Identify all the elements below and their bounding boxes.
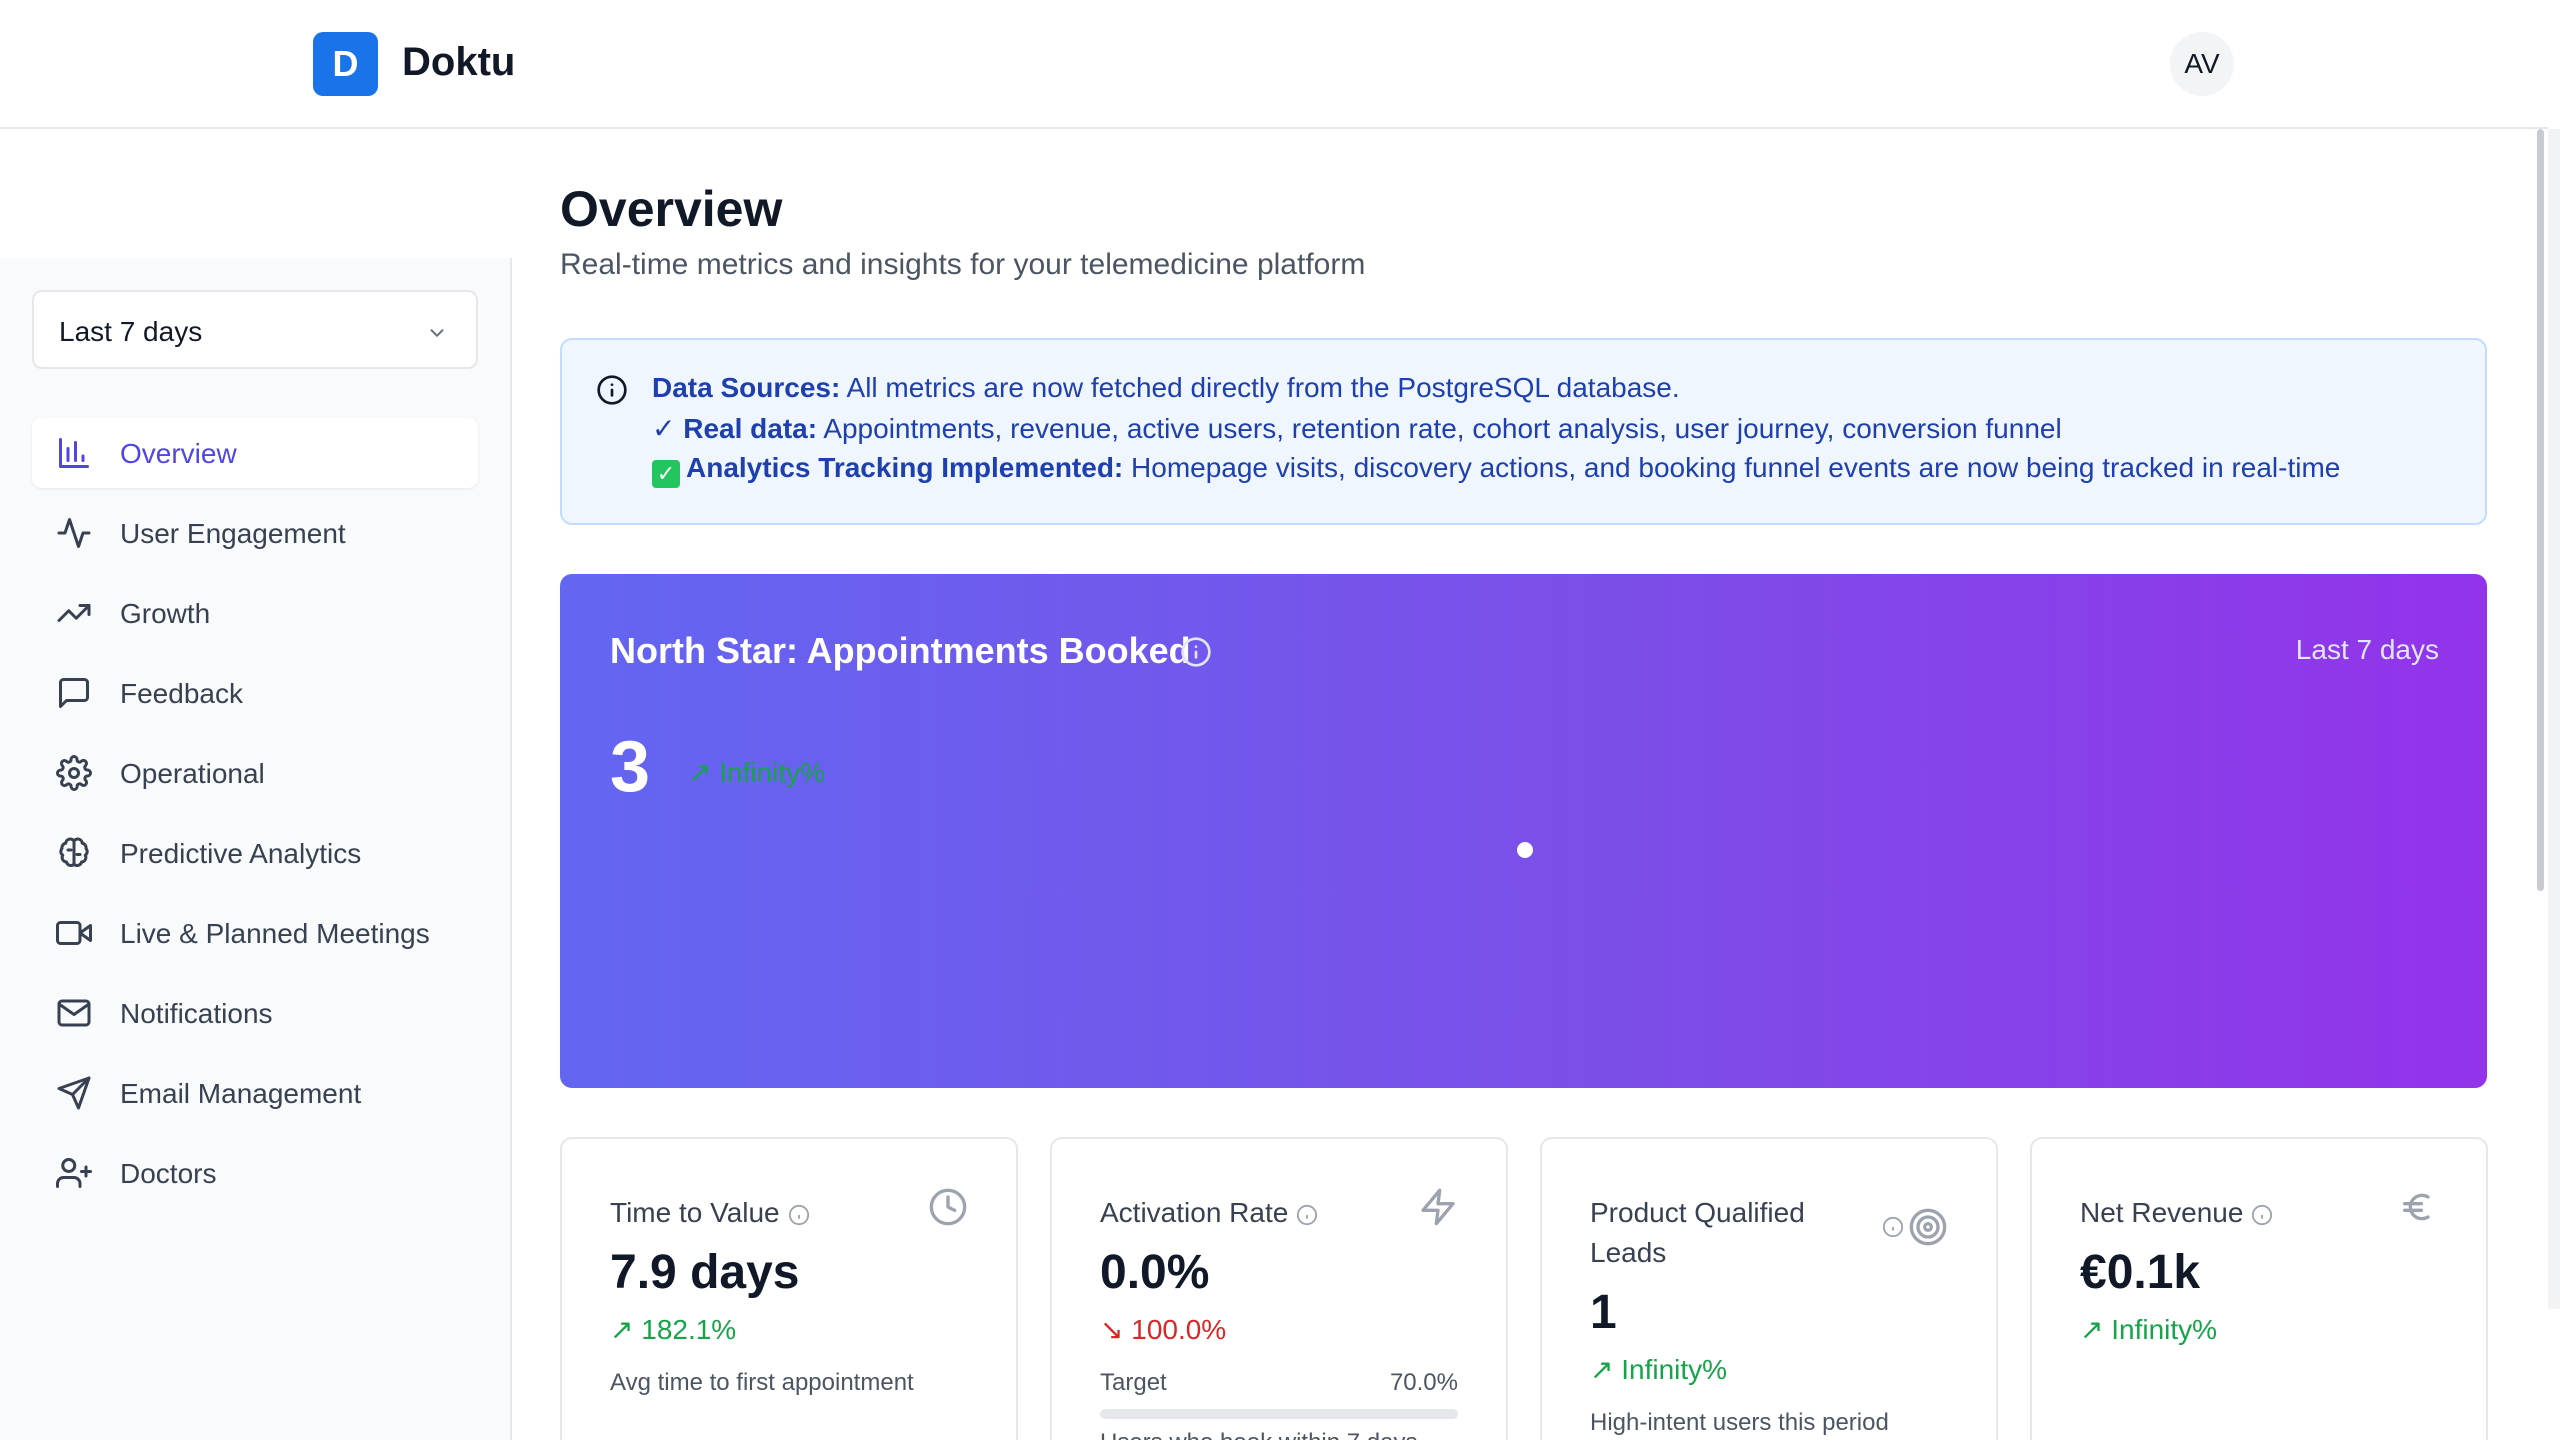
card-title-text: Activation Rate	[1100, 1197, 1289, 1228]
scrollbar-thumb[interactable]	[2537, 129, 2544, 891]
send-icon	[57, 1076, 91, 1110]
target-label: Target	[1100, 1369, 1167, 1396]
card-change: ↗ Infinity%	[2080, 1314, 2218, 1345]
euro-icon	[2403, 1193, 2430, 1221]
card-change: ↗ 182.1%	[610, 1314, 737, 1345]
sidebar-item-label: Doctors	[120, 1158, 217, 1189]
card-title-text: Time to Value	[610, 1197, 780, 1228]
card-description: Users who book within 7 days	[1100, 1429, 1417, 1440]
check-box-icon: ✓	[652, 460, 680, 488]
info-line-analytics-tracking: ✓ Analytics Tracking Implemented: Homepag…	[652, 452, 2340, 488]
card-icons	[1882, 1207, 1948, 1247]
sidebar-item-label: Overview	[120, 438, 237, 469]
card-product-qualified-leads: Product Qualified Leads 1 ↗ Infinity% Hi…	[1540, 1137, 1998, 1440]
sidebar-item-user-engagement[interactable]: User Engagement	[32, 498, 478, 568]
info-strong-data-sources: Data Sources:	[652, 372, 841, 403]
target-progress-bar	[1100, 1409, 1458, 1419]
north-star-change: ↗ Infinity%	[688, 757, 826, 788]
scrollbar-track[interactable]	[2548, 129, 2560, 1309]
card-activation-rate: Activation Rate 0.0% ↘ 100.0% Target 70.…	[1050, 1137, 1508, 1440]
sidebar-item-growth[interactable]: Growth	[32, 578, 478, 648]
activity-icon	[57, 518, 91, 548]
info-icon[interactable]	[1882, 1216, 1904, 1238]
checkmark-icon: ✓	[652, 413, 684, 444]
info-icon	[597, 375, 627, 405]
card-title: Time to Value	[610, 1193, 810, 1233]
sidebar-item-label: Live & Planned Meetings	[120, 918, 430, 949]
trending-up-icon	[57, 604, 91, 622]
bar-chart-icon	[59, 438, 89, 468]
sidebar-item-label: Predictive Analytics	[120, 838, 362, 869]
card-net-revenue: Net Revenue €0.1k ↗ Infinity%	[2030, 1137, 2488, 1440]
info-text-analytics: Homepage visits, discovery actions, and …	[1123, 452, 2341, 483]
info-icon[interactable]	[1180, 636, 1212, 668]
card-value: 7.9 days	[610, 1246, 800, 1299]
sidebar-item-label: Operational	[120, 758, 265, 789]
north-star-period: Last 7 days	[2295, 634, 2439, 665]
clock-icon	[929, 1188, 967, 1226]
card-title: Net Revenue	[2080, 1193, 2273, 1233]
card-title: Activation Rate	[1100, 1193, 1318, 1233]
info-line-data-sources: Data Sources: All metrics are now fetche…	[652, 372, 1680, 404]
card-title: Product Qualified Leads	[1590, 1197, 1805, 1268]
sidebar-item-operational[interactable]: Operational	[32, 738, 478, 808]
gear-icon	[56, 755, 92, 791]
sidebar-item-notifications[interactable]: Notifications	[32, 978, 478, 1048]
card-title-text: Net Revenue	[2080, 1197, 2244, 1228]
target-row: Target 70.0%	[1100, 1369, 1458, 1397]
sidebar-item-live-planned-meetings[interactable]: Live & Planned Meetings	[32, 898, 478, 968]
data-sources-alert: Data Sources: All metrics are now fetche…	[560, 338, 2487, 525]
chart-point	[1517, 842, 1533, 858]
sidebar-item-overview[interactable]: Overview	[32, 418, 478, 488]
north-star-title: North Star: Appointments Booked	[610, 630, 1191, 671]
chevron-down-icon	[430, 329, 444, 337]
video-icon	[56, 921, 92, 945]
sidebar-item-label: Email Management	[120, 1078, 362, 1109]
card-time-to-value: Time to Value 7.9 days ↗ 182.1% Avg time…	[560, 1137, 1018, 1440]
sidebar-item-label: Notifications	[120, 998, 273, 1029]
sidebar-item-feedback[interactable]: Feedback	[32, 658, 478, 728]
page-title: Overview	[560, 181, 783, 237]
info-icon[interactable]	[2251, 1204, 2273, 1226]
info-icon[interactable]	[1296, 1204, 1318, 1226]
sidebar-item-label: User Engagement	[120, 518, 346, 549]
logo-mark: D	[313, 32, 378, 96]
message-square-icon	[59, 678, 89, 708]
page-subtitle: Real-time metrics and insights for your …	[560, 248, 1366, 281]
info-text-data-sources: All metrics are now fetched directly fro…	[840, 372, 1680, 403]
sidebar-item-label: Growth	[120, 598, 211, 629]
mail-icon	[57, 999, 91, 1027]
card-description: Avg time to first appointment	[610, 1369, 914, 1396]
card-change: ↘ 100.0%	[1100, 1314, 1227, 1345]
card-change: ↗ Infinity%	[1590, 1354, 1728, 1385]
info-strong-analytics: Analytics Tracking Implemented:	[686, 452, 1124, 483]
north-star-card: North Star: Appointments Booked Last 7 d…	[560, 574, 2487, 1088]
brain-icon	[59, 837, 89, 867]
sidebar-item-email-management[interactable]: Email Management	[32, 1058, 478, 1128]
avatar[interactable]: AV	[2170, 32, 2234, 96]
target-value: 70.0%	[1389, 1369, 1458, 1396]
sidebar-item-predictive-analytics[interactable]: Predictive Analytics	[32, 818, 478, 888]
user-plus-icon	[56, 1158, 92, 1188]
sidebar-item-doctors[interactable]: Doctors	[32, 1138, 478, 1208]
top-header: D Doktu AV	[0, 0, 2548, 129]
card-value: 1	[1590, 1286, 1617, 1339]
card-description: High-intent users this period	[1590, 1409, 1889, 1436]
target-icon	[1909, 1208, 1947, 1246]
date-range-select[interactable]: Last 7 days	[32, 290, 478, 369]
card-value: 0.0%	[1100, 1246, 1210, 1299]
info-text-real-data: Appointments, revenue, active users, ret…	[817, 413, 2062, 444]
zap-icon	[1421, 1188, 1455, 1226]
date-range-value: Last 7 days	[59, 316, 203, 347]
info-icon[interactable]	[788, 1204, 810, 1226]
info-strong-real-data: Real data:	[683, 413, 818, 444]
app-name: Doktu	[402, 40, 516, 84]
north-star-value: 3	[610, 727, 651, 807]
info-line-real-data: ✓ Real data: Appointments, revenue, acti…	[652, 412, 2062, 445]
card-value: €0.1k	[2080, 1246, 2201, 1299]
sidebar-item-label: Feedback	[120, 678, 243, 709]
